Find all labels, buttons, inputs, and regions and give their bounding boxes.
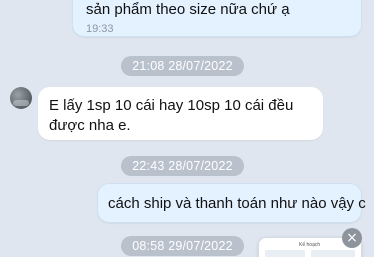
preview-content-block — [265, 250, 305, 257]
message-time: 19:33 — [86, 23, 114, 35]
date-separator: 08:58 29/07/2022 — [121, 236, 244, 256]
outgoing-message-bubble[interactable]: sản phẩm theo size nữa chứ ạ 19:33 — [72, 0, 362, 37]
message-text: sản phẩm theo size nữa chứ ạ — [86, 1, 290, 18]
message-text: cách ship và thanh toán như nào vậy c — [108, 195, 366, 212]
chat-conversation[interactable]: sản phẩm theo size nữa chứ ạ 19:33 21:08… — [0, 0, 374, 257]
preview-content-block — [311, 250, 355, 257]
outgoing-message-bubble[interactable]: cách ship và thanh toán như nào vậy c — [97, 183, 366, 223]
date-separator: 21:08 28/07/2022 — [121, 56, 244, 76]
message-text: E lấy 1sp 10 cái hay 10sp 10 cái đều đượ… — [49, 97, 294, 134]
close-icon[interactable]: × — [342, 228, 362, 248]
preview-title: Kế hoạch — [299, 242, 321, 248]
avatar[interactable] — [10, 87, 32, 109]
date-separator: 22:43 28/07/2022 — [121, 156, 244, 176]
incoming-message-bubble[interactable]: E lấy 1sp 10 cái hay 10sp 10 cái đều đượ… — [38, 87, 323, 140]
